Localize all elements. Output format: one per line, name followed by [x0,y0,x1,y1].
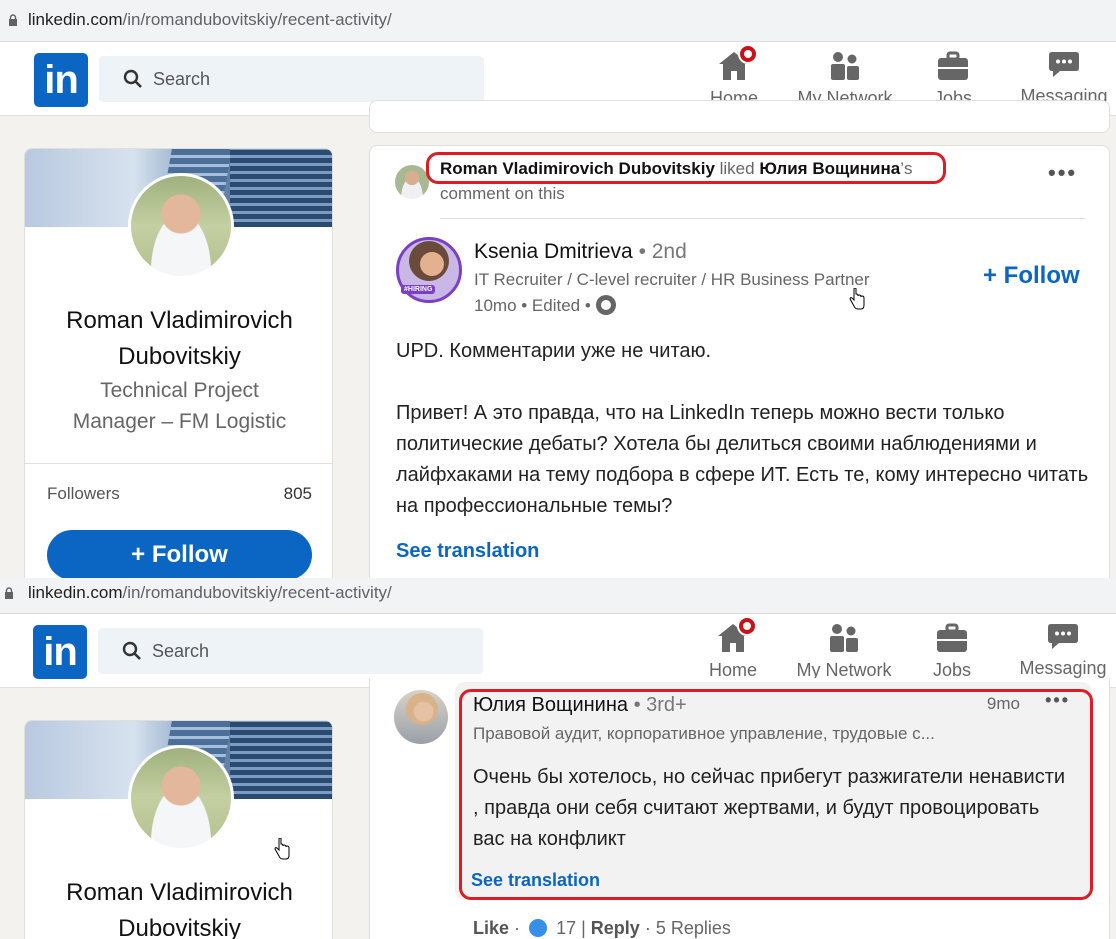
separator-dot: · [644,918,656,938]
connection-degree: • 2nd [632,240,687,263]
profile-avatar[interactable] [128,173,234,279]
url-text: linkedin.com/in/romandubovitskiy/recent-… [28,583,392,602]
notification-badge [737,616,757,636]
search-input[interactable]: Search [99,56,484,102]
comment-author-avatar[interactable] [394,690,448,744]
search-placeholder: Search [153,69,211,89]
profile-card: Roman Vladimirovich Dubovitskiy Technica… [24,148,333,578]
profile-title-line1: Technical Project [100,379,259,402]
notification-badge [738,44,758,64]
post-body: UPD. Комментарии уже не читаю. Привет! А… [396,336,1096,553]
nav-home[interactable]: Home [699,616,767,684]
search-icon [122,641,141,660]
post-meta: 10mo • Edited • [474,295,616,316]
reply-button[interactable]: Reply [591,918,640,938]
lock-icon [9,14,17,26]
jobs-icon [935,48,971,84]
like-button[interactable]: Like [473,918,509,938]
home-icon [716,44,758,84]
more-options-icon[interactable]: ••• [1048,160,1077,186]
top-navbar: in Search Home My Network Jobs Messaging [0,614,1116,688]
hand-cursor-icon [274,838,290,860]
replies-count[interactable]: 5 Replies [656,918,731,938]
divider [25,463,332,464]
hand-cursor-icon [849,288,865,310]
post-author-headline: IT Recruiter / C-level recruiter / HR Bu… [474,270,870,289]
browser-address-bar[interactable]: linkedin.com/in/romandubovitskiy/recent-… [0,578,1116,614]
nav-jobs[interactable]: Jobs [919,620,985,684]
screenshot-top: linkedin.com/in/romandubovitskiy/recent-… [0,0,1116,578]
messaging-icon [1045,618,1081,654]
reaction-count[interactable]: 17 [556,918,576,938]
url-path: /in/romandubovitskiy/recent-activity/ [122,10,392,29]
separator-dot: · [514,918,526,938]
follow-button[interactable]: + Follow [47,530,312,578]
search-input[interactable]: Search [98,628,483,674]
jobs-icon [934,620,970,656]
like-reaction-icon [529,919,548,937]
divider [440,218,1085,219]
browser-address-bar[interactable]: linkedin.com/in/romandubovitskiy/recent-… [0,0,1116,42]
messaging-icon [1046,46,1082,82]
search-icon [123,69,142,88]
highlight-box [459,689,1093,900]
see-translation-link[interactable]: See translation [396,540,539,563]
highlight-box [426,152,946,184]
follow-author-button[interactable]: + Follow [983,262,1080,290]
activity-line2: comment on this [440,184,565,203]
profile-avatar[interactable] [128,745,234,851]
separator: | [581,918,591,938]
nav-my-network[interactable]: My Network [789,620,899,684]
profile-name-line2[interactable]: Dubovitskiy [25,911,332,939]
url-text: linkedin.com/in/romandubovitskiy/recent-… [28,10,392,30]
actor-avatar[interactable] [395,165,429,199]
profile-name-line2[interactable]: Dubovitskiy [25,339,332,375]
linkedin-logo[interactable]: in [34,53,88,107]
hiring-badge: #HIRING [401,285,436,294]
search-placeholder: Search [152,641,210,661]
lock-icon [5,587,13,599]
comment-actions: Like · 17 | Reply · 5 Replies [473,918,731,939]
previous-card [369,100,1110,133]
post-paragraph-2: Привет! А это правда, что на LinkedIn те… [396,402,1089,517]
url-host: linkedin.com [28,10,123,29]
post-author-avatar[interactable]: #HIRING [396,237,462,303]
post-paragraph-1: UPD. Комментарии уже не читаю. [396,340,712,362]
linkedin-logo[interactable]: in [33,625,87,679]
nav-messaging-label: Messaging [1019,658,1107,678]
post-author-name[interactable]: Ksenia Dmitrieva • 2nd [474,240,687,264]
my-network-icon [827,48,863,84]
feed-post-card: Roman Vladimirovich Dubovitskiy liked Юл… [369,145,1110,578]
my-network-icon [826,620,862,656]
nav-messaging[interactable]: Messaging [1014,618,1112,682]
profile-name-line1[interactable]: Roman Vladimirovich [25,875,332,911]
screenshot-bottom: linkedin.com/in/romandubovitskiy/recent-… [0,578,1116,939]
profile-title-line2: Manager – FM Logistic [72,410,287,433]
profile-card: Roman Vladimirovich Dubovitskiy [24,720,333,939]
followers-row: Followers 805 [47,484,312,504]
followers-count: 805 [283,484,312,503]
globe-icon [595,295,616,315]
profile-name-line1[interactable]: Roman Vladimirovich [25,303,332,339]
followers-label: Followers [47,484,120,503]
home-icon [715,616,757,656]
